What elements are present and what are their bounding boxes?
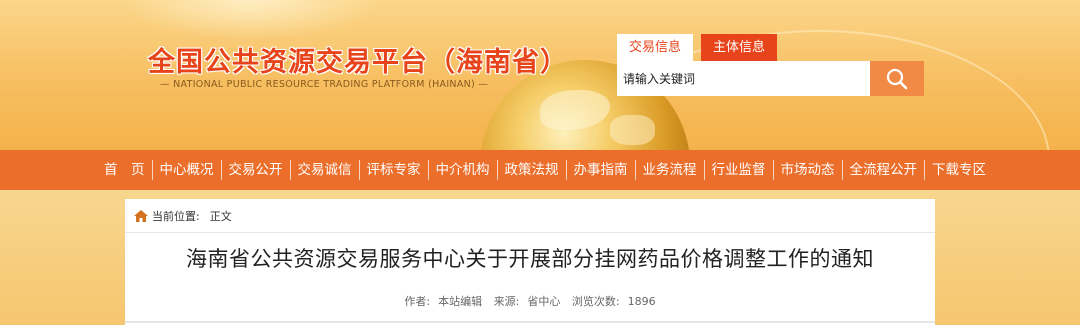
views-value: 1896 [627, 295, 656, 308]
site-header: 全国公共资源交易平台（海南省） — NATIONAL PUBLIC RESOUR… [0, 0, 1080, 150]
search-tabs: 交易信息 主体信息 [617, 34, 778, 61]
nav-trade-integrity[interactable]: 交易诚信 [291, 150, 359, 190]
divider [125, 321, 935, 323]
author-value: 本站编辑 [438, 295, 483, 308]
source-value: 省中心 [527, 295, 561, 308]
nav-guide[interactable]: 办事指南 [567, 150, 635, 190]
breadcrumb-label: 当前位置: [152, 209, 200, 223]
nav-process[interactable]: 业务流程 [636, 150, 704, 190]
breadcrumb: 当前位置: 正文 [125, 199, 935, 233]
article-meta: 作者: 本站编辑 来源: 省中心 浏览次数: 1896 [125, 293, 935, 309]
source-label: 来源: [493, 295, 520, 308]
nav-agencies[interactable]: 中介机构 [429, 150, 497, 190]
search-button[interactable] [870, 61, 924, 96]
article-panel: 当前位置: 正文 海南省公共资源交易服务中心关于开展部分挂网药品价格调整工作的通… [125, 199, 935, 325]
nav-full-process[interactable]: 全流程公开 [843, 150, 925, 190]
site-subtitle: — NATIONAL PUBLIC RESOURCE TRADING PLATF… [160, 79, 489, 90]
tab-trade-info[interactable]: 交易信息 [617, 34, 694, 61]
nav-policies[interactable]: 政策法规 [498, 150, 566, 190]
nav-downloads[interactable]: 下载专区 [925, 150, 993, 190]
breadcrumb-current: 正文 [209, 209, 232, 223]
author-label: 作者: [404, 295, 431, 308]
header-glow [120, 0, 380, 40]
nav-experts[interactable]: 评标专家 [360, 150, 428, 190]
nav-supervision[interactable]: 行业监督 [705, 150, 773, 190]
home-icon [134, 209, 148, 222]
search-input[interactable] [617, 61, 870, 96]
tab-entity-info[interactable]: 主体信息 [701, 34, 778, 61]
nav-center-overview[interactable]: 中心概况 [153, 150, 221, 190]
views-label: 浏览次数: [571, 295, 620, 308]
main-nav: 首 页 中心概况 交易公开 交易诚信 评标专家 中介机构 政策法规 办事指南 业… [0, 150, 1080, 190]
article-title: 海南省公共资源交易服务中心关于开展部分挂网药品价格调整工作的通知 [186, 247, 874, 271]
nav-trade-public[interactable]: 交易公开 [222, 150, 290, 190]
nav-home[interactable]: 首 页 [97, 150, 152, 190]
search-icon [886, 68, 908, 89]
site-title[interactable]: 全国公共资源交易平台（海南省） [148, 40, 568, 79]
nav-market-news[interactable]: 市场动态 [774, 150, 842, 190]
